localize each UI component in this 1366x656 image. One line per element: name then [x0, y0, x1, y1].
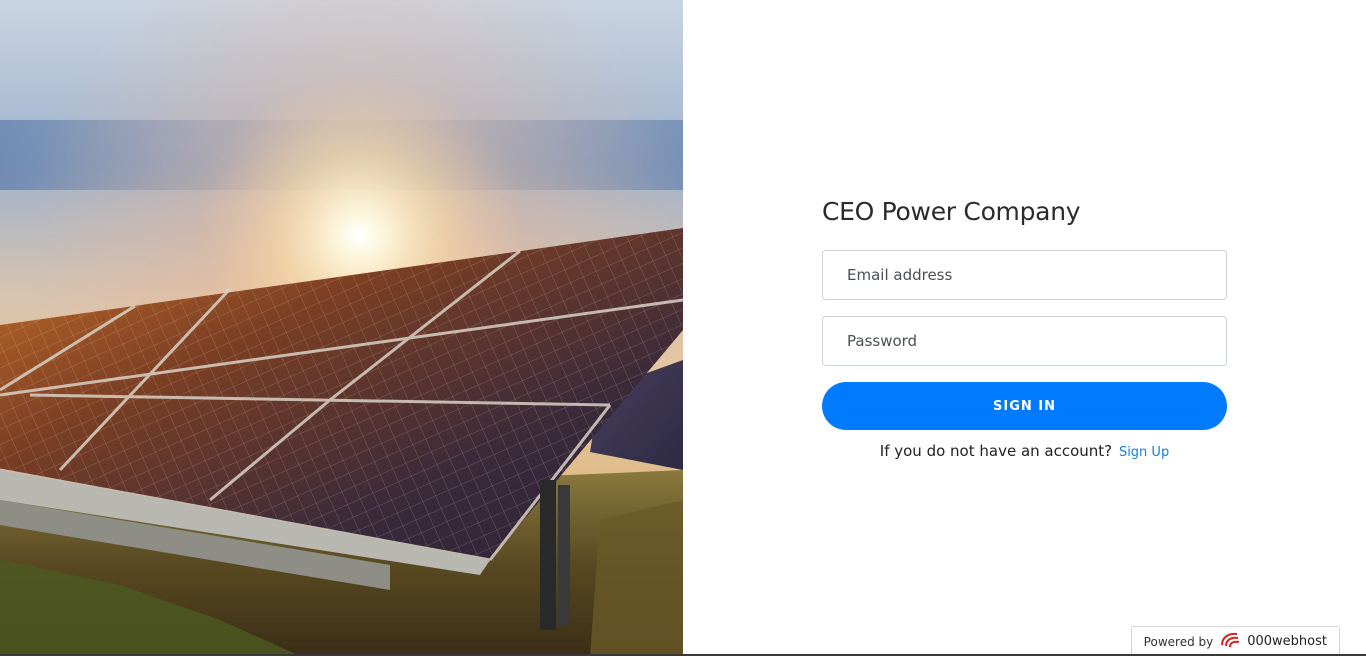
email-input[interactable]: [822, 250, 1227, 300]
brand-name: 000webhost: [1247, 634, 1327, 649]
sign-in-button[interactable]: SIGN IN: [822, 382, 1227, 430]
000webhost-logo-icon: [1219, 631, 1241, 653]
signup-prompt: If you do not have an account?: [879, 442, 1113, 460]
login-form: CEO Power Company SIGN IN If you do not …: [822, 190, 1227, 460]
password-input[interactable]: [822, 316, 1227, 366]
login-page: CEO Power Company SIGN IN If you do not …: [0, 0, 1366, 656]
powered-by-badge[interactable]: Powered by 000webhost: [1130, 626, 1340, 656]
powered-by-label: Powered by: [1143, 634, 1214, 649]
page-title: CEO Power Company: [822, 197, 1081, 226]
sign-up-link[interactable]: Sign Up: [1119, 445, 1169, 460]
hero-image: [0, 0, 683, 656]
signup-row: If you do not have an account? Sign Up: [822, 442, 1227, 460]
